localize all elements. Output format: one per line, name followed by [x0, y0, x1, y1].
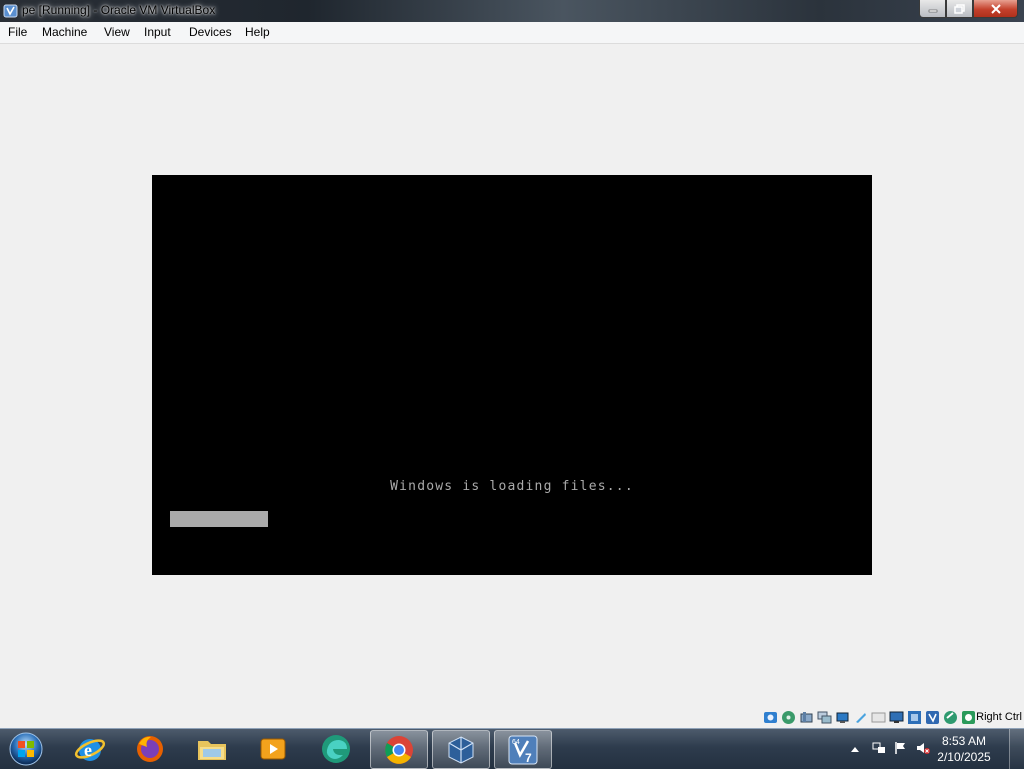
- clock-date: 2/10/2025: [937, 750, 991, 764]
- audio-icon[interactable]: [799, 710, 814, 725]
- menu-machine[interactable]: Machine: [42, 25, 87, 39]
- show-hidden-icons-icon[interactable]: [848, 743, 862, 757]
- taskbar-firefox[interactable]: [122, 730, 178, 767]
- menu-input[interactable]: Input: [144, 25, 171, 39]
- cpu-virtualization-icon[interactable]: [907, 710, 922, 725]
- taskbar-edge[interactable]: [308, 730, 364, 767]
- menu-view[interactable]: View: [104, 25, 130, 39]
- optical-drive-icon[interactable]: [781, 710, 796, 725]
- svg-text:7: 7: [525, 751, 532, 765]
- folder-icon: [198, 740, 226, 760]
- edge-icon: [322, 734, 350, 763]
- hard-disk-icon[interactable]: [763, 710, 778, 725]
- window-controls: [919, 0, 1018, 18]
- svg-text:e: e: [84, 740, 92, 760]
- shared-folders-icon[interactable]: [853, 710, 868, 725]
- vm-display[interactable]: Windows is loading files...: [152, 175, 872, 575]
- mouse-integration-icon[interactable]: [925, 710, 940, 725]
- close-icon: [990, 3, 1001, 14]
- network-icon[interactable]: [817, 710, 832, 725]
- vm-status-bar: Right Ctrl: [0, 707, 1024, 728]
- start-button[interactable]: [6, 730, 46, 768]
- virtualbox-app-icon: [3, 4, 18, 18]
- menu-devices[interactable]: Devices: [189, 25, 232, 39]
- boot-progress-fill: [170, 511, 268, 527]
- boot-message: Windows is loading files...: [390, 479, 634, 494]
- taskbar-internet-explorer[interactable]: e: [62, 730, 118, 767]
- clock-time: 8:53 AM: [941, 734, 987, 748]
- chrome-icon: [385, 735, 413, 764]
- restore-button[interactable]: [946, 0, 973, 18]
- menu-help[interactable]: Help: [245, 25, 270, 39]
- firefox-icon: [137, 735, 163, 762]
- windows-taskbar: e 7 64 8:53 AM 2/10/2025: [0, 728, 1024, 769]
- taskbar-file-explorer[interactable]: [184, 730, 240, 767]
- taskbar-media-player[interactable]: [245, 730, 301, 767]
- window-title: pe [Running] - Oracle VM VirtualBox: [22, 3, 216, 17]
- show-desktop-button[interactable]: [1009, 729, 1024, 769]
- taskbar-virtualbox[interactable]: [432, 730, 490, 769]
- close-button[interactable]: [973, 0, 1018, 18]
- volume-muted-icon[interactable]: [916, 741, 930, 755]
- vm-windows7-icon: 7 64: [508, 735, 538, 765]
- minimize-icon: [928, 9, 937, 12]
- minimize-button[interactable]: [919, 0, 946, 18]
- restore-icon: [954, 3, 965, 14]
- window-title-bar[interactable]: pe [Running] - Oracle VM VirtualBox: [0, 0, 1024, 22]
- device-indicators: [763, 710, 976, 725]
- menu-bar: File Machine View Input Devices Help: [0, 22, 1024, 44]
- video-capture-icon[interactable]: [889, 710, 904, 725]
- internet-explorer-icon: e: [74, 738, 106, 761]
- windows-logo-icon: [9, 732, 43, 766]
- virtualbox-icon: [448, 735, 474, 764]
- host-key-state-icon[interactable]: [943, 710, 958, 725]
- menu-file[interactable]: File: [8, 25, 27, 39]
- media-player-icon: [260, 738, 286, 759]
- action-center-flag-icon[interactable]: [894, 741, 908, 755]
- display-icon[interactable]: [871, 710, 886, 725]
- usb-icon[interactable]: [835, 710, 850, 725]
- svg-text:64: 64: [512, 739, 520, 746]
- taskbar-windows7-vm[interactable]: 7 64: [494, 730, 552, 769]
- host-key-label: Right Ctrl: [976, 711, 1022, 723]
- clock[interactable]: 8:53 AM 2/10/2025: [929, 733, 999, 765]
- boot-progress-bar: [170, 511, 370, 527]
- taskbar-chrome[interactable]: [370, 730, 428, 769]
- keyboard-capture-icon[interactable]: [961, 710, 976, 725]
- network-tray-icon[interactable]: [872, 741, 886, 755]
